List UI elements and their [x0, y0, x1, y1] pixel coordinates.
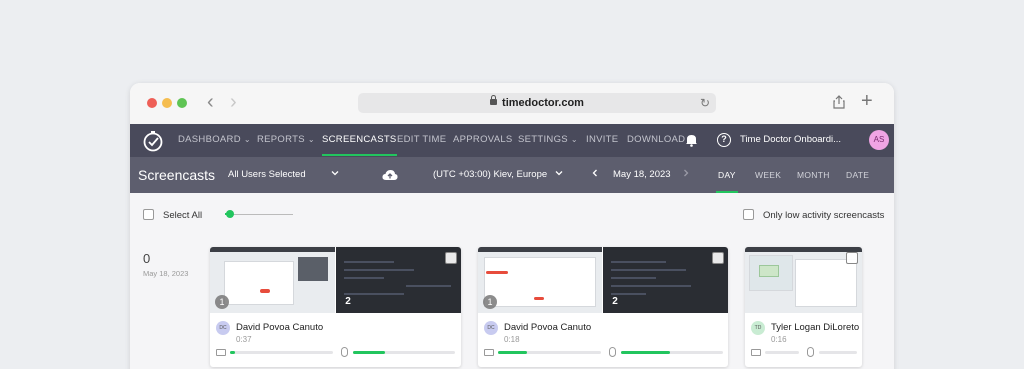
new-tab-icon[interactable]: + — [861, 90, 873, 112]
user-name[interactable]: David Povoa Canuto — [504, 322, 591, 333]
share-icon[interactable] — [833, 95, 845, 109]
keyboard-icon — [216, 349, 226, 356]
screenshot-thumbnails[interactable]: 1 2 — [210, 247, 461, 313]
help-icon[interactable]: ? — [717, 133, 731, 147]
chevron-down-icon[interactable] — [331, 169, 339, 177]
cloud-upload-icon[interactable] — [382, 169, 398, 181]
users-filter-select[interactable]: All Users Selected — [228, 157, 306, 193]
screenshot-thumbnail[interactable]: 2 — [336, 247, 461, 313]
url-text: timedoctor.com — [502, 97, 584, 109]
card-select-checkbox[interactable] — [445, 252, 457, 264]
avatar: TD — [751, 321, 765, 335]
screenshot-thumbnail[interactable]: 2 — [603, 247, 728, 313]
keyboard-activity-bar — [765, 351, 799, 354]
reload-icon[interactable]: ↻ — [700, 93, 710, 113]
low-activity-label: Only low activity screencasts — [763, 210, 885, 221]
forward-arrow-icon[interactable]: › — [230, 91, 237, 113]
tab-week[interactable]: WEEK — [755, 157, 781, 193]
low-activity-checkbox[interactable] — [743, 209, 754, 220]
time-doctor-logo-icon[interactable] — [142, 130, 164, 152]
back-arrow-icon[interactable]: ‹ — [207, 91, 214, 113]
chevron-down-icon[interactable] — [555, 169, 563, 177]
nav-download[interactable]: DOWNLOAD — [627, 124, 685, 157]
screencast-card[interactable]: TD Tyler Logan DiLoreto 0:16 — [745, 247, 862, 367]
screenshot-thumbnail[interactable]: 1 — [478, 247, 602, 313]
organization-name[interactable]: Time Doctor Onboardi... — [740, 124, 841, 155]
nav-dashboard[interactable]: DASHBOARD ⌄ — [178, 124, 251, 157]
hour-label: 0 — [143, 251, 151, 266]
minimize-window-button[interactable] — [162, 98, 172, 108]
address-bar[interactable]: timedoctor.com ↻ — [358, 93, 716, 113]
screencasts-content: Select All Only low activity screencasts… — [130, 193, 894, 369]
mouse-icon — [609, 347, 616, 357]
screenshot-index: 2 — [612, 296, 618, 307]
screenshot-index: 2 — [345, 296, 351, 307]
maximize-window-button[interactable] — [177, 98, 187, 108]
select-all-checkbox[interactable] — [143, 209, 154, 220]
tracked-duration: 0:18 — [504, 335, 520, 344]
screenshot-index: 1 — [483, 295, 497, 309]
chevron-right-icon[interactable] — [682, 169, 690, 177]
card-select-checkbox[interactable] — [712, 252, 724, 264]
zoom-slider-thumb[interactable] — [226, 210, 235, 218]
top-navigation: DASHBOARD ⌄ REPORTS ⌄ SCREENCASTS EDIT TIM… — [130, 124, 894, 157]
avatar: DC — [484, 321, 498, 335]
mouse-activity-bar — [819, 351, 857, 354]
keyboard-activity-bar — [230, 351, 333, 354]
tab-month[interactable]: MONTH — [797, 157, 830, 193]
tab-day[interactable]: DAY — [716, 157, 738, 193]
screenshot-thumbnail[interactable] — [745, 247, 862, 313]
keyboard-icon — [751, 349, 761, 356]
screenshot-index: 1 — [215, 295, 229, 309]
user-name[interactable]: Tyler Logan DiLoreto — [771, 322, 859, 333]
mouse-icon — [341, 347, 348, 357]
close-window-button[interactable] — [147, 98, 157, 108]
mouse-icon — [807, 347, 814, 357]
nav-edit-time[interactable]: EDIT TIME — [397, 124, 446, 157]
avatar: DC — [216, 321, 230, 335]
lock-icon — [490, 95, 498, 105]
bell-icon[interactable] — [685, 133, 698, 147]
screencasts-toolbar: Screencasts All Users Selected (UTC +03:… — [130, 157, 894, 216]
chevron-down-icon: ⌄ — [243, 135, 251, 144]
keyboard-activity-bar — [498, 351, 601, 354]
screencast-card[interactable]: 1 2 DC David Povoa Canuto 0:37 — [210, 247, 461, 367]
timezone-select[interactable]: (UTC +03:00) Kiev, Europe — [433, 157, 547, 193]
mouse-activity-bar — [353, 351, 455, 354]
nav-settings[interactable]: SETTINGS ⌄ — [518, 124, 578, 157]
card-select-checkbox[interactable] — [846, 252, 858, 264]
chevron-left-icon[interactable] — [591, 169, 599, 177]
browser-window: ‹ › timedoctor.com ↻ + DASHBOARD ⌄ REPORT… — [130, 83, 894, 369]
browser-toolbar: ‹ › timedoctor.com ↻ + — [130, 83, 894, 124]
select-all-label: Select All — [163, 210, 203, 221]
nav-approvals[interactable]: APPROVALS — [453, 124, 513, 157]
zoom-slider-track[interactable] — [225, 214, 293, 215]
nav-reports[interactable]: REPORTS ⌄ — [257, 124, 315, 157]
nav-screencasts[interactable]: SCREENCASTS — [322, 124, 397, 157]
nav-invite[interactable]: INVITE — [586, 124, 618, 157]
keyboard-icon — [484, 349, 494, 356]
avatar[interactable]: AS — [869, 130, 889, 150]
chevron-down-icon: ⌄ — [570, 135, 578, 144]
screenshot-thumbnails[interactable]: 1 2 — [478, 247, 728, 313]
user-name[interactable]: David Povoa Canuto — [236, 322, 323, 333]
tracked-duration: 0:16 — [771, 335, 787, 344]
tracked-duration: 0:37 — [236, 335, 252, 344]
hour-date-label: May 18, 2023 — [143, 269, 189, 278]
page-title: Screencasts — [138, 167, 216, 183]
chevron-down-icon: ⌄ — [307, 135, 315, 144]
mouse-activity-bar — [621, 351, 723, 354]
screenshot-thumbnail[interactable]: 1 — [210, 247, 335, 313]
date-display[interactable]: May 18, 2023 — [613, 157, 671, 193]
screenshot-thumbnails[interactable] — [745, 247, 862, 313]
screencast-card[interactable]: 1 2 DC David Povoa Canuto 0:18 — [478, 247, 728, 367]
